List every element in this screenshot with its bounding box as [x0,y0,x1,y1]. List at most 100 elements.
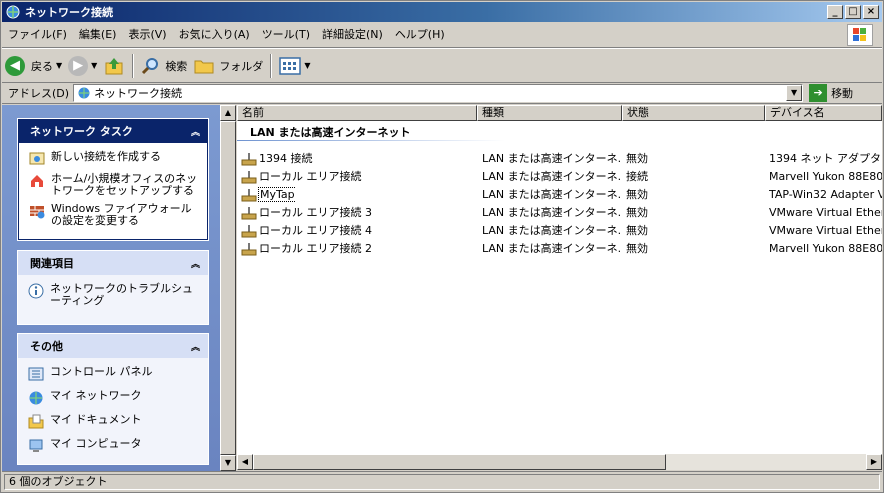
scroll-thumb[interactable] [220,121,236,455]
back-label: 戻る [31,59,53,73]
connection-device: VMware Virtual Ethern [769,206,882,219]
folders-button[interactable]: フォルダ [190,52,266,80]
connection-type: LAN または高速インターネ... [482,188,622,201]
views-dropdown-icon[interactable]: ▼ [304,61,310,70]
place-my-computer[interactable]: マイ コンピュータ [28,438,200,454]
column-header-device[interactable]: デバイス名 [765,105,882,121]
connection-status: 無効 [626,152,648,165]
close-button[interactable]: × [863,5,879,19]
connection-status: 無効 [626,224,648,237]
other-places-header[interactable]: その他 ︽ [18,334,208,358]
address-input[interactable]: ネットワーク接続 ▼ [73,83,804,102]
related-items-header[interactable]: 関連項目 ︽ [18,251,208,275]
back-dropdown-icon[interactable]: ▼ [56,61,62,70]
column-header-type[interactable]: 種類 [477,105,622,121]
address-dropdown-icon[interactable]: ▼ [786,84,803,101]
connection-name: ローカル エリア接続 4 [259,224,372,237]
folders-icon [194,60,214,73]
new-connection-icon [29,152,45,165]
menu-edit[interactable]: 編集(E) [73,23,123,47]
connection-status: 無効 [626,242,648,255]
connection-name: MyTap [258,187,296,202]
folders-label: フォルダ [219,59,264,73]
back-button[interactable]: ◀ 戻る ▼ [2,52,65,80]
connection-name: 1394 接続 [259,152,313,165]
connections-list: 名前 種類 状態 デバイス名 LAN または高速インターネット 1394 接続 … [237,105,882,454]
views-button[interactable]: ▼ [276,52,313,80]
task-troubleshooting[interactable]: ネットワークのトラブルシューティング [28,283,200,307]
task-label: ホーム/小規模オフィスのネットワークをセットアップする [51,172,198,197]
scroll-right-icon[interactable]: ▶ [866,454,882,470]
menu-help[interactable]: ヘルプ(H) [389,23,451,47]
task-label: Windows ファイアウォールの設定を変更する [51,202,192,227]
minimize-button[interactable]: _ [827,5,843,19]
connection-type: LAN または高速インターネ... [482,242,622,255]
table-row[interactable]: ローカル エリア接続 2 LAN または高速インターネ... 無効 Marvel… [237,240,882,258]
forward-arrow-icon: ▶ [68,55,89,76]
column-header-status[interactable]: 状態 [622,105,765,121]
scroll-left-icon[interactable]: ◀ [237,454,253,470]
network-adapter-icon [241,189,257,202]
place-my-network[interactable]: マイ ネットワーク [28,390,200,406]
menu-tools[interactable]: ツール(T) [256,23,316,47]
place-label: マイ コンピュータ [50,437,142,450]
back-arrow-icon: ◀ [5,55,25,76]
network-tasks-header[interactable]: ネットワーク タスク ︽ [18,119,208,143]
task-new-connection[interactable]: 新しい接続を作成する [29,151,199,167]
connection-name: ローカル エリア接続 2 [259,242,372,255]
group-header: LAN または高速インターネット [250,126,411,139]
explorer-window: ネットワーク接続 _ □ × ファイル(F) 編集(E) 表示(V) お気に入り… [0,0,884,493]
table-row[interactable]: ローカル エリア接続 3 LAN または高速インターネ... 無効 VMware… [237,204,882,222]
menu-favorites[interactable]: お気に入り(A) [173,23,256,47]
forward-button[interactable]: ▶ ▼ [65,52,100,80]
menu-view[interactable]: 表示(V) [122,23,172,47]
toolbar: ◀ 戻る ▼ ▶ ▼ 検索 フォルダ ▼ [2,48,882,83]
address-label: アドレス(D) [8,86,70,100]
control-panel-icon [28,367,44,381]
place-my-documents[interactable]: マイ ドキュメント [28,414,200,430]
go-button[interactable]: ➔ 移動 [809,83,854,102]
connection-device: Marvell Yukon 88E8056 [769,242,882,255]
collapse-chevron-icon[interactable]: ︽ [191,257,200,270]
table-row[interactable]: ローカル エリア接続 4 LAN または高速インターネ... 無効 VMware… [237,222,882,240]
network-tasks-title: ネットワーク タスク [30,125,133,138]
address-bar: アドレス(D) ネットワーク接続 ▼ ➔ 移動 [2,82,882,104]
table-row[interactable]: MyTap LAN または高速インターネ... 無効 TAP-Win32 Ada… [237,186,882,204]
address-value: ネットワーク接続 [94,86,183,100]
connection-device: TAP-Win32 Adapter V [769,188,882,201]
place-label: マイ ネットワーク [50,389,142,402]
forward-dropdown-icon[interactable]: ▼ [91,61,97,70]
scroll-thumb[interactable] [253,454,666,470]
column-header-name[interactable]: 名前 [237,105,477,121]
search-label: 検索 [165,59,188,73]
connection-name: ローカル エリア接続 3 [259,206,372,219]
table-row[interactable]: ローカル エリア接続 LAN または高速インターネ... 接続 Marvell … [237,168,882,186]
connection-type: LAN または高速インターネ... [482,170,622,183]
maximize-button[interactable]: □ [845,5,861,19]
task-firewall-settings[interactable]: Windows ファイアウォールの設定を変更する [29,203,199,227]
collapse-chevron-icon[interactable]: ︽ [191,340,200,353]
scroll-down-icon[interactable]: ▼ [220,455,236,471]
collapse-chevron-icon[interactable]: ︽ [191,125,200,138]
menu-bar: ファイル(F) 編集(E) 表示(V) お気に入り(A) ツール(T) 詳細設定… [2,23,882,48]
table-row[interactable]: 1394 接続 LAN または高速インターネ... 無効 1394 ネット アダ… [237,150,882,168]
place-label: コントロール パネル [50,365,153,378]
task-label: 新しい接続を作成する [51,150,161,163]
search-button[interactable]: 検索 [138,52,190,80]
title-bar[interactable]: ネットワーク接続 _ □ × [2,2,882,22]
task-home-network-setup[interactable]: ホーム/小規模オフィスのネットワークをセットアップする [29,173,199,197]
connection-device: 1394 ネット アダプタ [769,152,881,165]
windows-logo-icon [847,24,873,46]
search-icon [142,57,159,74]
scroll-up-icon[interactable]: ▲ [220,105,236,121]
up-folder-icon [105,57,123,74]
vertical-scrollbar[interactable]: ▲ ▼ [220,105,236,471]
place-control-panel[interactable]: コントロール パネル [28,366,200,382]
menu-file[interactable]: ファイル(F) [2,23,73,47]
network-adapter-icon [241,171,257,184]
up-folder-button[interactable] [100,52,128,80]
network-connections-icon [6,5,20,19]
go-label: 移動 [831,86,854,100]
horizontal-scrollbar[interactable]: ◀ ▶ [237,454,882,470]
menu-advanced[interactable]: 詳細設定(N) [316,23,389,47]
